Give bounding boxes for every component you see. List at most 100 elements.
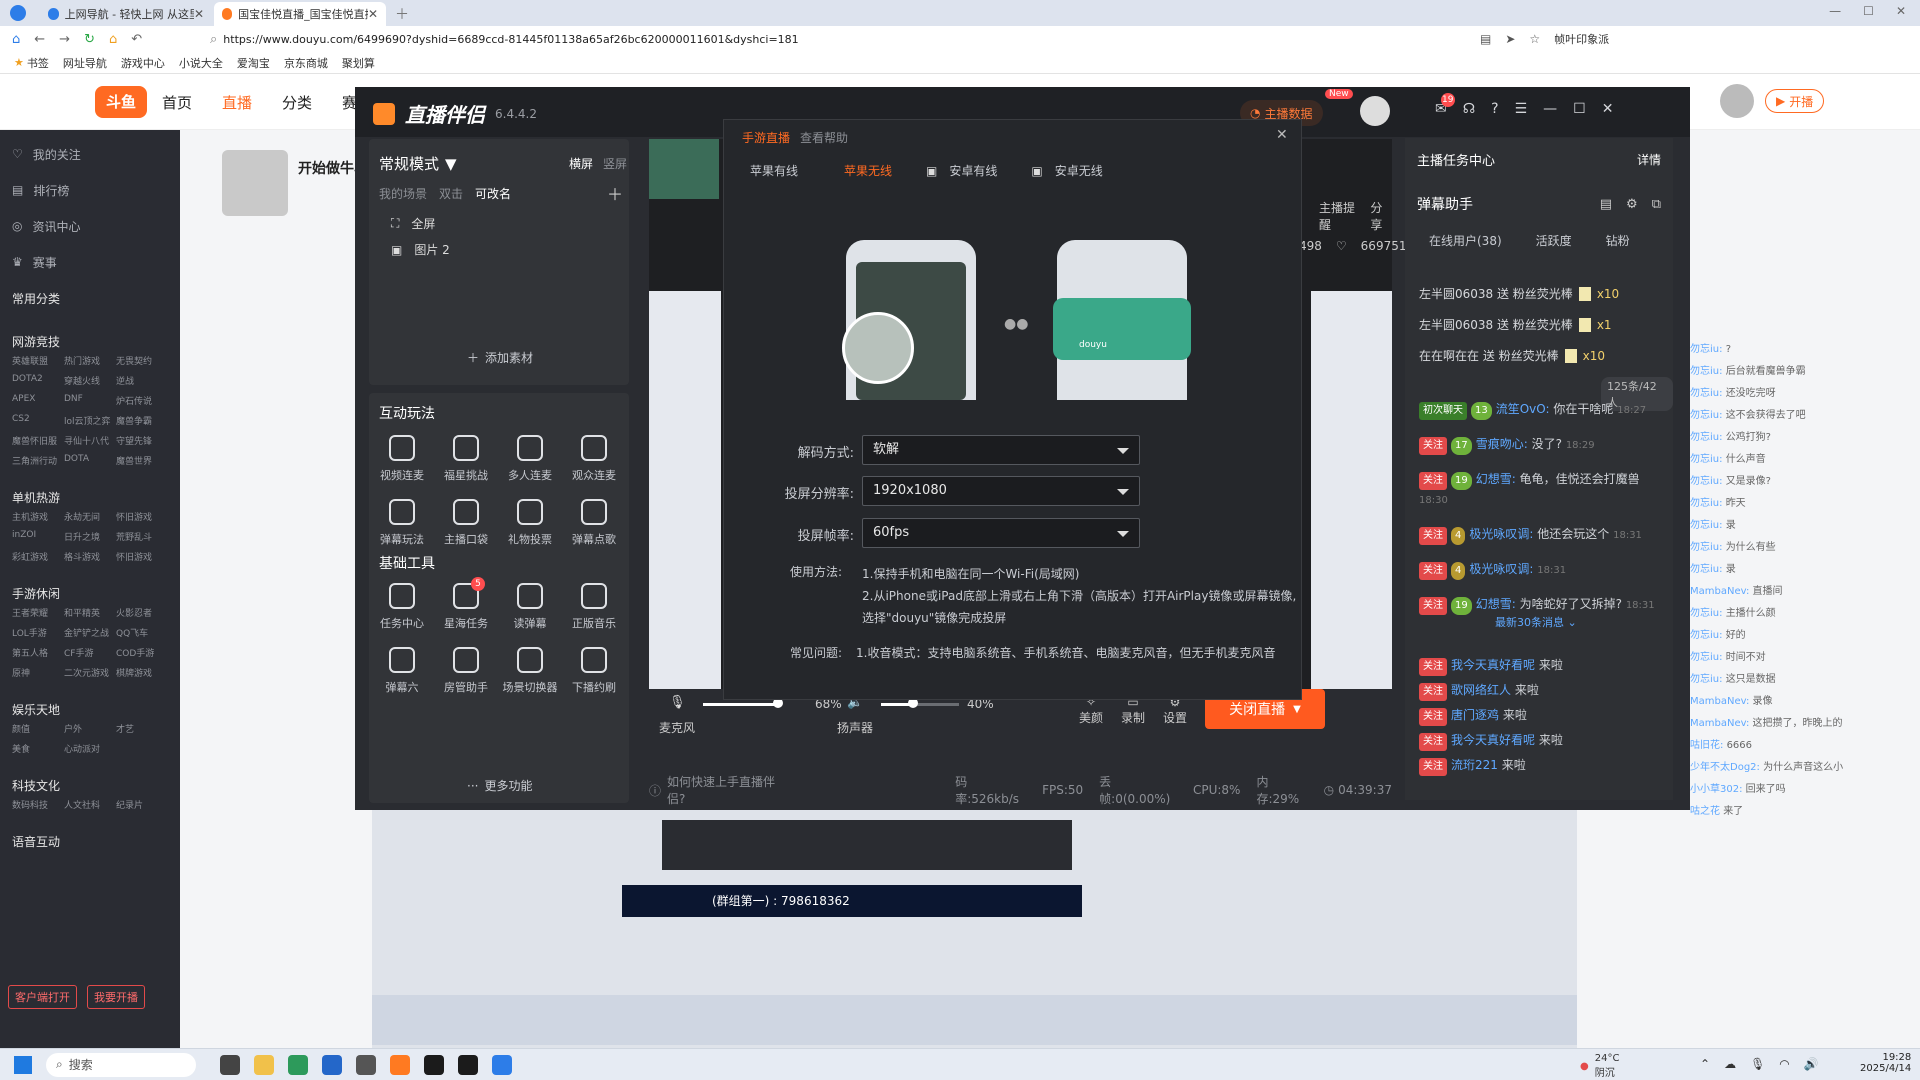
category-link[interactable]: 数码科技 [12, 798, 64, 811]
category-link[interactable]: 寻仙十八代 [64, 434, 116, 447]
nav-category[interactable]: 分类 [282, 92, 312, 113]
minimize-icon[interactable]: — [1543, 101, 1557, 117]
add-material-button[interactable]: ＋ 添加素材 [467, 349, 533, 366]
share-icon[interactable]: ➤ [1505, 32, 1515, 46]
home-page-icon[interactable]: ⌂ [109, 32, 117, 47]
category-link[interactable]: 棋牌游戏 [116, 666, 168, 679]
category-link[interactable]: 荒野乱斗 [116, 530, 168, 543]
scene-item-image[interactable]: ▣ 图片 2 [391, 241, 450, 258]
streamer-avatar[interactable] [222, 150, 288, 216]
browser-tab-nav[interactable]: 上网导航 - 轻快上网 从这里开 ✕ [40, 2, 212, 26]
mic-slider[interactable] [703, 703, 777, 706]
method-android-wired[interactable]: 安卓有线 [949, 162, 997, 179]
app-icon[interactable] [356, 1054, 376, 1075]
scene-tab-mine[interactable]: 我的场景 [379, 185, 427, 202]
category-link[interactable]: 逆战 [116, 374, 168, 387]
nav-live[interactable]: 直播 [222, 92, 252, 113]
gear-icon[interactable]: ⚙ [1626, 197, 1638, 212]
tab-activity[interactable]: 活跃度 [1536, 232, 1572, 249]
ad-text[interactable]: 帧叶印象派 [1554, 31, 1609, 47]
browser-tab-douyu[interactable]: 国宝佳悦直播_国宝佳悦直播_斗 ✕ [214, 2, 386, 26]
tool-read-danmaku[interactable]: 读弹幕 [499, 583, 561, 631]
category-link[interactable]: 怀旧游戏 [116, 550, 168, 563]
landscape-option[interactable]: 横屏 [569, 155, 593, 172]
tool-danmaku-play[interactable]: 弹幕玩法 [371, 499, 433, 547]
bird-icon[interactable] [492, 1054, 512, 1075]
category-link[interactable]: 火影忍者 [116, 606, 168, 619]
share-button[interactable]: 分享 [1370, 199, 1392, 233]
category-link[interactable]: 金铲铲之战 [64, 626, 116, 639]
home-icon[interactable]: ⌂ [12, 32, 20, 47]
browser-icon[interactable] [288, 1054, 308, 1075]
category-link[interactable]: 主机游戏 [12, 510, 64, 523]
douyu-logo[interactable]: 斗鱼 [95, 86, 147, 118]
nav-rank[interactable]: ▤ 排行榜 [12, 172, 168, 208]
close-tab-icon[interactable]: ✕ [194, 7, 204, 21]
category-link[interactable]: 王者荣耀 [12, 606, 64, 619]
reader-icon[interactable]: ▤ [1480, 32, 1491, 46]
category-link[interactable]: 和平精英 [64, 606, 116, 619]
kk-icon[interactable] [458, 1054, 478, 1075]
category-link[interactable]: 纪录片 [116, 798, 168, 811]
tool-room-admin[interactable]: 房管助手 [435, 647, 497, 695]
category-link[interactable]: 无畏契约 [116, 354, 168, 367]
category-link[interactable]: 魔兽怀旧服 [12, 434, 64, 447]
tab-diamond[interactable]: 钻粉 [1606, 232, 1630, 249]
tool-danmaku-six[interactable]: 弹幕六 [371, 647, 433, 695]
scene-tab-rename[interactable]: 可改名 [475, 185, 511, 202]
category-link[interactable]: 心动派对 [64, 742, 116, 755]
category-link[interactable]: 英雄联盟 [12, 354, 64, 367]
mode-dropdown[interactable]: 常规模式 ▼ [379, 153, 457, 174]
tool-lucky-challenge[interactable]: 福星挑战 [435, 435, 497, 483]
decode-select[interactable]: 软解 [862, 435, 1140, 465]
tool-offline-brush[interactable]: 下播约刷 [563, 647, 625, 695]
open-client-button[interactable]: 客户端打开 [8, 985, 77, 1009]
bookmark-2[interactable]: 游戏中心 [121, 55, 165, 71]
category-link[interactable]: LOL手游 [12, 626, 64, 639]
scene-item-fullscreen[interactable]: ⛶ 全屏 [391, 215, 435, 232]
back-icon[interactable]: ← [34, 32, 45, 47]
method-android-wireless[interactable]: 安卓无线 [1055, 162, 1103, 179]
method-apple-wireless[interactable]: 苹果无线 [844, 162, 892, 179]
category-link[interactable]: CS2 [12, 414, 64, 427]
method-apple-wired[interactable]: 苹果有线 [750, 162, 798, 179]
store-icon[interactable] [322, 1054, 342, 1075]
open-live-button[interactable]: ▶ 开播 [1765, 89, 1825, 113]
taskbar-search[interactable]: ⌕ 搜索 [46, 1052, 196, 1077]
close-icon[interactable]: ✕ [1276, 127, 1288, 143]
category-link[interactable]: APEX [12, 394, 64, 407]
bookmark-1[interactable]: 网址导航 [63, 55, 107, 71]
category-link[interactable]: DOTA [64, 454, 116, 467]
tab-help[interactable]: 查看帮助 [800, 129, 848, 146]
maximize-icon[interactable]: ☐ [1573, 101, 1586, 117]
category-link[interactable]: 魔兽世界 [116, 454, 168, 467]
star-icon[interactable]: ☆ [1529, 32, 1540, 46]
latest-messages-link[interactable]: 最新30条消息 ⌄ [1495, 614, 1577, 630]
maximize-icon[interactable]: ☐ [1863, 4, 1874, 18]
layout-icon[interactable]: ▤ [1600, 197, 1612, 212]
headset-icon[interactable]: ☊ [1463, 101, 1475, 117]
category-link[interactable]: 人文社科 [64, 798, 116, 811]
message-icon[interactable]: ✉ 19 [1435, 93, 1455, 117]
portrait-option[interactable]: 竖屏 [603, 155, 627, 172]
category-link[interactable]: 格斗游戏 [64, 550, 116, 563]
refresh-icon[interactable]: ↻ [84, 32, 95, 47]
help-icon[interactable]: ? [1491, 101, 1498, 117]
nav-news[interactable]: ◎ 资讯中心 [12, 208, 168, 244]
douyu-app-icon[interactable] [390, 1054, 410, 1075]
tool-star-task[interactable]: 5 星海任务 [435, 577, 497, 631]
close-icon[interactable]: ✕ [1602, 101, 1614, 117]
url-field[interactable]: ⌕ https://www.douyu.com/6499690?dyshid=6… [210, 29, 1450, 49]
category-link[interactable]: 第五人格 [12, 646, 64, 659]
mic-icon[interactable]: 🎙 [669, 695, 686, 710]
nav-follow[interactable]: ♡ 我的关注 [12, 136, 168, 172]
cloud-icon[interactable]: ☁ [1724, 1057, 1736, 1071]
chevron-up-icon[interactable]: ⌃ [1700, 1057, 1710, 1071]
category-link[interactable]: 美食 [12, 742, 64, 755]
remind-button[interactable]: 主播提醒 [1319, 199, 1362, 233]
tool-song-request[interactable]: 弹幕点歌 [563, 499, 625, 547]
category-link[interactable]: 颜值 [12, 722, 64, 735]
category-link[interactable]: lol云顶之弈 [64, 414, 116, 427]
category-link[interactable]: DNF [64, 394, 116, 407]
user-avatar[interactable] [1720, 84, 1754, 118]
